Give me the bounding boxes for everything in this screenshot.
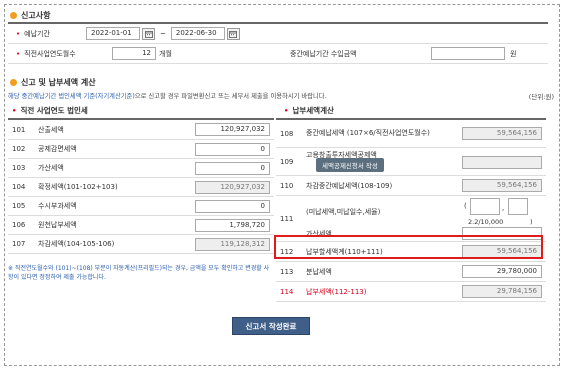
calc-section-header: 신고 및 납부세액 계산 (10, 77, 96, 88)
row-value-readonly: 59,564,156 (462, 127, 542, 140)
row-111-sub-label: (미납세액,미납일수,세율) (306, 207, 381, 216)
row-code: 110 (280, 181, 294, 190)
months-unit: 개월 (159, 49, 172, 58)
calendar-icon[interactable] (226, 27, 240, 40)
calc-description: 해당 중간예납기간 법인세액 기준(자기계산기준)으로 신고할 경우 파일변환신… (8, 91, 327, 100)
installment-highlight-box (274, 235, 543, 259)
report-form: • 예납기간 2022-01-01 ~ 2022-06-30 • 직전사업연도월… (8, 22, 548, 64)
row-value-readonly (462, 156, 542, 169)
table-row: 107 차감세액(104-105-106) 119,128,312 (8, 235, 274, 254)
months-label: 직전사업연도월수 (24, 49, 76, 58)
table-row: 108 중간예납세액 (107×6/직전사업연도월수) 59,564,156 (276, 120, 546, 148)
table-row: 105 수시부과세액 0 (8, 197, 274, 216)
row-code: 104 (12, 183, 26, 191)
row-name: 차감세액(104-105-106) (38, 240, 115, 248)
table-row: 103 가산세액 0 (8, 159, 274, 178)
section-bullet-icon (10, 79, 17, 86)
calc-description-highlight: 해당 중간예납기간 법인세액 기준(자기계산기준) (8, 93, 135, 100)
table-row: 113 분납세액 29,780,000 (276, 262, 546, 282)
row-name: 확정세액(101-102+103) (38, 183, 118, 191)
row-code: 105 (12, 202, 26, 210)
row-value-readonly: 29,784,156 (462, 285, 542, 298)
months-input[interactable]: 12 (112, 47, 156, 60)
row-code: 109 (280, 158, 294, 166)
row-name: 산출세액 (38, 125, 64, 134)
unpaid-days-input[interactable] (508, 197, 528, 215)
row-code: 107 (12, 240, 26, 248)
months-row: • 직전사업연도월수 12 개월 중간예납기간 수입금액 원 (8, 44, 548, 64)
row-value-input[interactable]: 1,798,720 (195, 218, 270, 232)
row-value-input[interactable]: 0 (195, 199, 270, 213)
calc-section-title: 신고 및 납부세액 계산 (21, 78, 96, 87)
table-row: 101 산출세액 120,927,032 (8, 120, 274, 140)
interim-income-input[interactable] (431, 47, 505, 60)
rate-text: 2.2/10,000 (468, 217, 504, 226)
row-code: 113 (280, 267, 294, 276)
row-code: 111 (280, 214, 294, 223)
months-label-cell: • 직전사업연도월수 (8, 49, 112, 59)
row-value-input[interactable]: 0 (195, 161, 270, 175)
comma-separator: , (502, 203, 505, 212)
right-table-heading: • 납부세액계산 (284, 105, 334, 116)
row-name: 가산세액 (38, 164, 64, 172)
left-table-title: 직전 사업연도 법인세 (20, 106, 88, 115)
prefill-note: ※ 직전연도월수와 (101)~(108) 부분이 자동계산(프리필드)되는 경… (8, 265, 270, 281)
table-row: 114 납부세액(112-113) 29,784,156 (276, 282, 546, 302)
row-name: 납부세액(112-113) (306, 287, 367, 296)
calendar-icon[interactable] (142, 27, 155, 40)
table-row: 102 공제감면세액 0 (8, 140, 274, 159)
row-value-input[interactable]: 120,927,032 (195, 123, 270, 136)
report-section-header: 신고사항 (10, 10, 50, 21)
calc-description-text: 으로 신고할 경우 파일변환신고 또는 세무서 제출을 이용하시기 바랍니다. (134, 93, 327, 100)
heading-bullet-icon: • (284, 106, 289, 115)
row-code: 102 (12, 145, 26, 153)
unit-label: (단위:원) (528, 93, 554, 101)
row-name: 중간예납세액 (107×6/직전사업연도월수) (306, 129, 430, 137)
left-table: 101 산출세액 120,927,032 102 공제감면세액 0 103 가산… (8, 118, 274, 254)
row-value-readonly: 120,927,032 (195, 180, 270, 194)
row-name: 수시부과세액 (38, 202, 77, 210)
row-code: 103 (12, 164, 26, 172)
period-label: 예납기간 (24, 29, 50, 38)
right-table-title: 납부세액계산 (292, 106, 334, 115)
period-to-input[interactable]: 2022-06-30 (170, 27, 225, 40)
required-bullet-icon: • (16, 29, 21, 38)
row-111-close-paren: ) (530, 217, 533, 226)
interim-income-label: 중간예납기간 수입금액 (290, 49, 357, 58)
row-code: 114 (280, 287, 294, 296)
row-name: 원천납부세액 (38, 221, 77, 229)
row-name: 분납세액 (306, 267, 332, 276)
row-code: 108 (280, 129, 294, 138)
row-111-open-paren: ( (464, 201, 467, 210)
table-row: 104 확정세액(101-102+103) 120,927,032 (8, 178, 274, 197)
row-value-input[interactable]: 0 (195, 142, 270, 156)
installment-input[interactable]: 29,780,000 (462, 265, 542, 278)
section-bullet-icon (10, 12, 17, 19)
heading-bullet-icon: • (12, 106, 17, 115)
table-row: 106 원천납부세액 1,798,720 (8, 216, 274, 235)
row-code: 101 (12, 125, 26, 134)
row-name: 차감중간예납세액(108-109) (306, 181, 393, 190)
row-value-readonly: 59,564,156 (462, 179, 542, 192)
tax-credit-form-button[interactable]: 세액공제신청서 작성 (316, 158, 384, 172)
table-row: 110 차감중간예납세액(108-109) 59,564,156 (276, 176, 546, 196)
period-from-input[interactable]: 2022-01-01 (86, 27, 140, 40)
submit-report-button[interactable]: 신고서 작성완료 (232, 317, 310, 335)
row-name: 공제감면세액 (38, 145, 77, 153)
right-table: 108 중간예납세액 (107×6/직전사업연도월수) 59,564,156 1… (276, 118, 546, 302)
left-table-heading: • 직전 사업연도 법인세 (12, 105, 88, 116)
interim-income-unit: 원 (510, 49, 517, 58)
period-label-cell: • 예납기간 (8, 29, 86, 39)
period-row: • 예납기간 2022-01-01 ~ 2022-06-30 (8, 24, 548, 44)
unpaid-tax-input[interactable] (470, 197, 500, 215)
period-separator: ~ (160, 29, 166, 38)
row-value-readonly: 119,128,312 (195, 237, 270, 251)
required-bullet-icon: • (16, 49, 21, 58)
row-code: 106 (12, 221, 26, 229)
report-section-title: 신고사항 (21, 11, 51, 20)
